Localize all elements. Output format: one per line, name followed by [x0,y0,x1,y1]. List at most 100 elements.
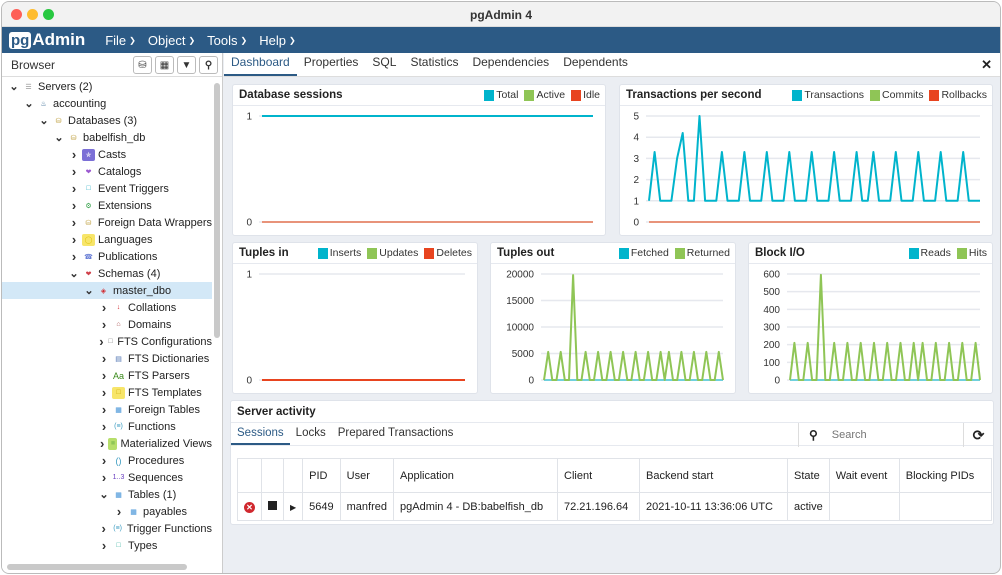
view-data-button[interactable]: ▦ [155,56,174,74]
tree-horizontal-scrollbar[interactable] [7,564,187,570]
expand-row-button[interactable]: ▶ [282,492,304,521]
search-objects-button[interactable]: ⚲ [199,56,218,74]
menu-help[interactable]: Help ❯ [259,33,295,48]
col-state[interactable]: State [787,458,830,493]
legend-item[interactable]: Hits [956,247,987,259]
chevron-right-icon[interactable]: › [98,521,109,536]
tree-item-fts-configurations[interactable]: › □ FTS Configurations [2,333,212,350]
tree-item-babelfish-db[interactable]: ⌄ ⛁ babelfish_db [2,129,212,146]
legend-item[interactable]: Idle [571,89,600,101]
chevron-right-icon[interactable]: › [98,317,110,332]
chevron-right-icon[interactable]: › [98,419,110,434]
legend-item[interactable]: Commits [870,89,923,101]
tree-item-accounting[interactable]: ⌄ ♨ accounting [2,95,212,112]
chevron-down-icon[interactable]: ⌄ [98,488,110,501]
menu-tools[interactable]: Tools ❯ [207,33,247,48]
chevron-right-icon[interactable]: › [98,538,110,553]
legend-item[interactable]: Transactions [792,89,864,101]
chevron-right-icon[interactable]: › [68,181,80,196]
chevron-right-icon[interactable]: › [98,368,110,383]
tree-item-casts[interactable]: › ✯ Casts [2,146,212,163]
cancel-query-button[interactable] [261,492,284,521]
chevron-right-icon[interactable]: › [98,453,110,468]
tree-item-procedures[interactable]: › () Procedures [2,452,212,469]
tree-item-fts-templates[interactable]: › □ FTS Templates [2,384,212,401]
tree-item-catalogs[interactable]: › ❤ Catalogs [2,163,212,180]
tree-item-payables[interactable]: › ▦ payables [2,503,212,520]
chevron-right-icon[interactable]: › [98,300,110,315]
tree-vertical-scrollbar[interactable] [214,83,220,338]
menu-file[interactable]: File ❯ [105,33,136,48]
chevron-right-icon[interactable]: › [98,436,106,451]
tree-item-languages[interactable]: › ◯ Languages [2,231,212,248]
chevron-right-icon[interactable]: › [113,504,125,519]
tab-sessions[interactable]: Sessions [231,427,290,445]
col-user[interactable]: User [339,458,395,493]
chevron-right-icon[interactable]: › [68,215,80,230]
col-wait-event[interactable]: Wait event [828,458,900,493]
chevron-down-icon[interactable]: ⌄ [8,80,20,93]
col-blocking-pids[interactable]: Blocking PIDs [898,458,992,493]
chevron-right-icon[interactable]: › [98,385,110,400]
legend-item[interactable]: Updates [367,247,418,259]
refresh-button[interactable]: ⟳ [963,423,993,447]
tree-item-fts-parsers[interactable]: › Aa FTS Parsers [2,367,212,384]
col-client[interactable]: Client [557,458,640,493]
tree-item-trigger-functions[interactable]: › (≡) Trigger Functions [2,520,212,537]
tree-item-sequences[interactable]: › 1..3 Sequences [2,469,212,486]
chevron-down-icon[interactable]: ⌄ [38,114,50,127]
chevron-right-icon[interactable]: › [68,232,80,247]
tree-item-master-dbo[interactable]: ⌄ ◈ master_dbo [2,282,212,299]
tab-dashboard[interactable]: Dashboard [224,55,297,76]
chevron-right-icon[interactable]: › [98,402,110,417]
close-tab-icon[interactable]: ✕ [981,57,992,73]
chevron-right-icon[interactable]: › [68,249,80,264]
chevron-right-icon[interactable]: › [98,351,110,366]
tab-dependents[interactable]: Dependents [556,55,635,76]
tree-item-materialized-views[interactable]: › ■ Materialized Views [2,435,212,452]
legend-item[interactable]: Inserts [317,247,361,259]
chevron-down-icon[interactable]: ⌄ [53,131,65,144]
tab-statistics[interactable]: Statistics [403,55,465,76]
chevron-right-icon[interactable]: › [98,334,105,349]
query-tool-button[interactable]: ⛁ [133,56,152,74]
tree-item-functions[interactable]: › (≡) Functions [2,418,212,435]
chevron-right-icon[interactable]: › [68,198,80,213]
legend-item[interactable]: Returned [674,247,730,259]
tree-item-publications[interactable]: › ☎ Publications [2,248,212,265]
tab-locks[interactable]: Locks [290,427,332,445]
legend-item[interactable]: Total [484,89,518,101]
chevron-right-icon[interactable]: › [68,164,80,179]
tab-prepared-transactions[interactable]: Prepared Transactions [332,427,460,445]
chevron-down-icon[interactable]: ⌄ [83,284,95,297]
tree-item-tables-1[interactable]: ⌄ ▦ Tables (1) [2,486,212,503]
menu-object[interactable]: Object ❯ [148,33,195,48]
filtered-rows-button[interactable]: ▼ [177,56,196,74]
tree-item-schemas-4[interactable]: ⌄ ❤ Schemas (4) [2,265,212,282]
legend-item[interactable]: Active [524,89,565,101]
tree-item-types[interactable]: › □ Types [2,537,212,554]
chevron-down-icon[interactable]: ⌄ [23,97,35,110]
tree-item-databases-3[interactable]: ⌄ ⛁ Databases (3) [2,112,212,129]
tree-item-fts-dictionaries[interactable]: › ▤ FTS Dictionaries [2,350,212,367]
legend-item[interactable]: Rollbacks [929,89,987,101]
col-backend-start[interactable]: Backend start [639,458,788,493]
chevron-down-icon[interactable]: ⌄ [68,267,80,280]
tree-item-collations[interactable]: › ↓ Collations [2,299,212,316]
tab-dependencies[interactable]: Dependencies [465,55,556,76]
chevron-right-icon[interactable]: › [68,147,80,162]
col-pid[interactable]: PID [302,458,341,493]
tree-item-extensions[interactable]: › ⚙ Extensions [2,197,212,214]
tree-item-domains[interactable]: › ⌂ Domains [2,316,212,333]
tab-sql[interactable]: SQL [365,55,403,76]
tree-item-foreign-data-wrappers[interactable]: › ⛁ Foreign Data Wrappers [2,214,212,231]
legend-item[interactable]: Deletes [424,247,472,259]
activity-search-input[interactable] [831,429,942,441]
col-application[interactable]: Application [393,458,558,493]
terminate-session-button[interactable]: ✕ [237,492,262,521]
legend-item[interactable]: Fetched [618,247,669,259]
tree-item-event-triggers[interactable]: › □ Event Triggers [2,180,212,197]
chevron-right-icon[interactable]: › [98,470,110,485]
tree-item-foreign-tables[interactable]: › ▦ Foreign Tables [2,401,212,418]
tab-properties[interactable]: Properties [297,55,366,76]
